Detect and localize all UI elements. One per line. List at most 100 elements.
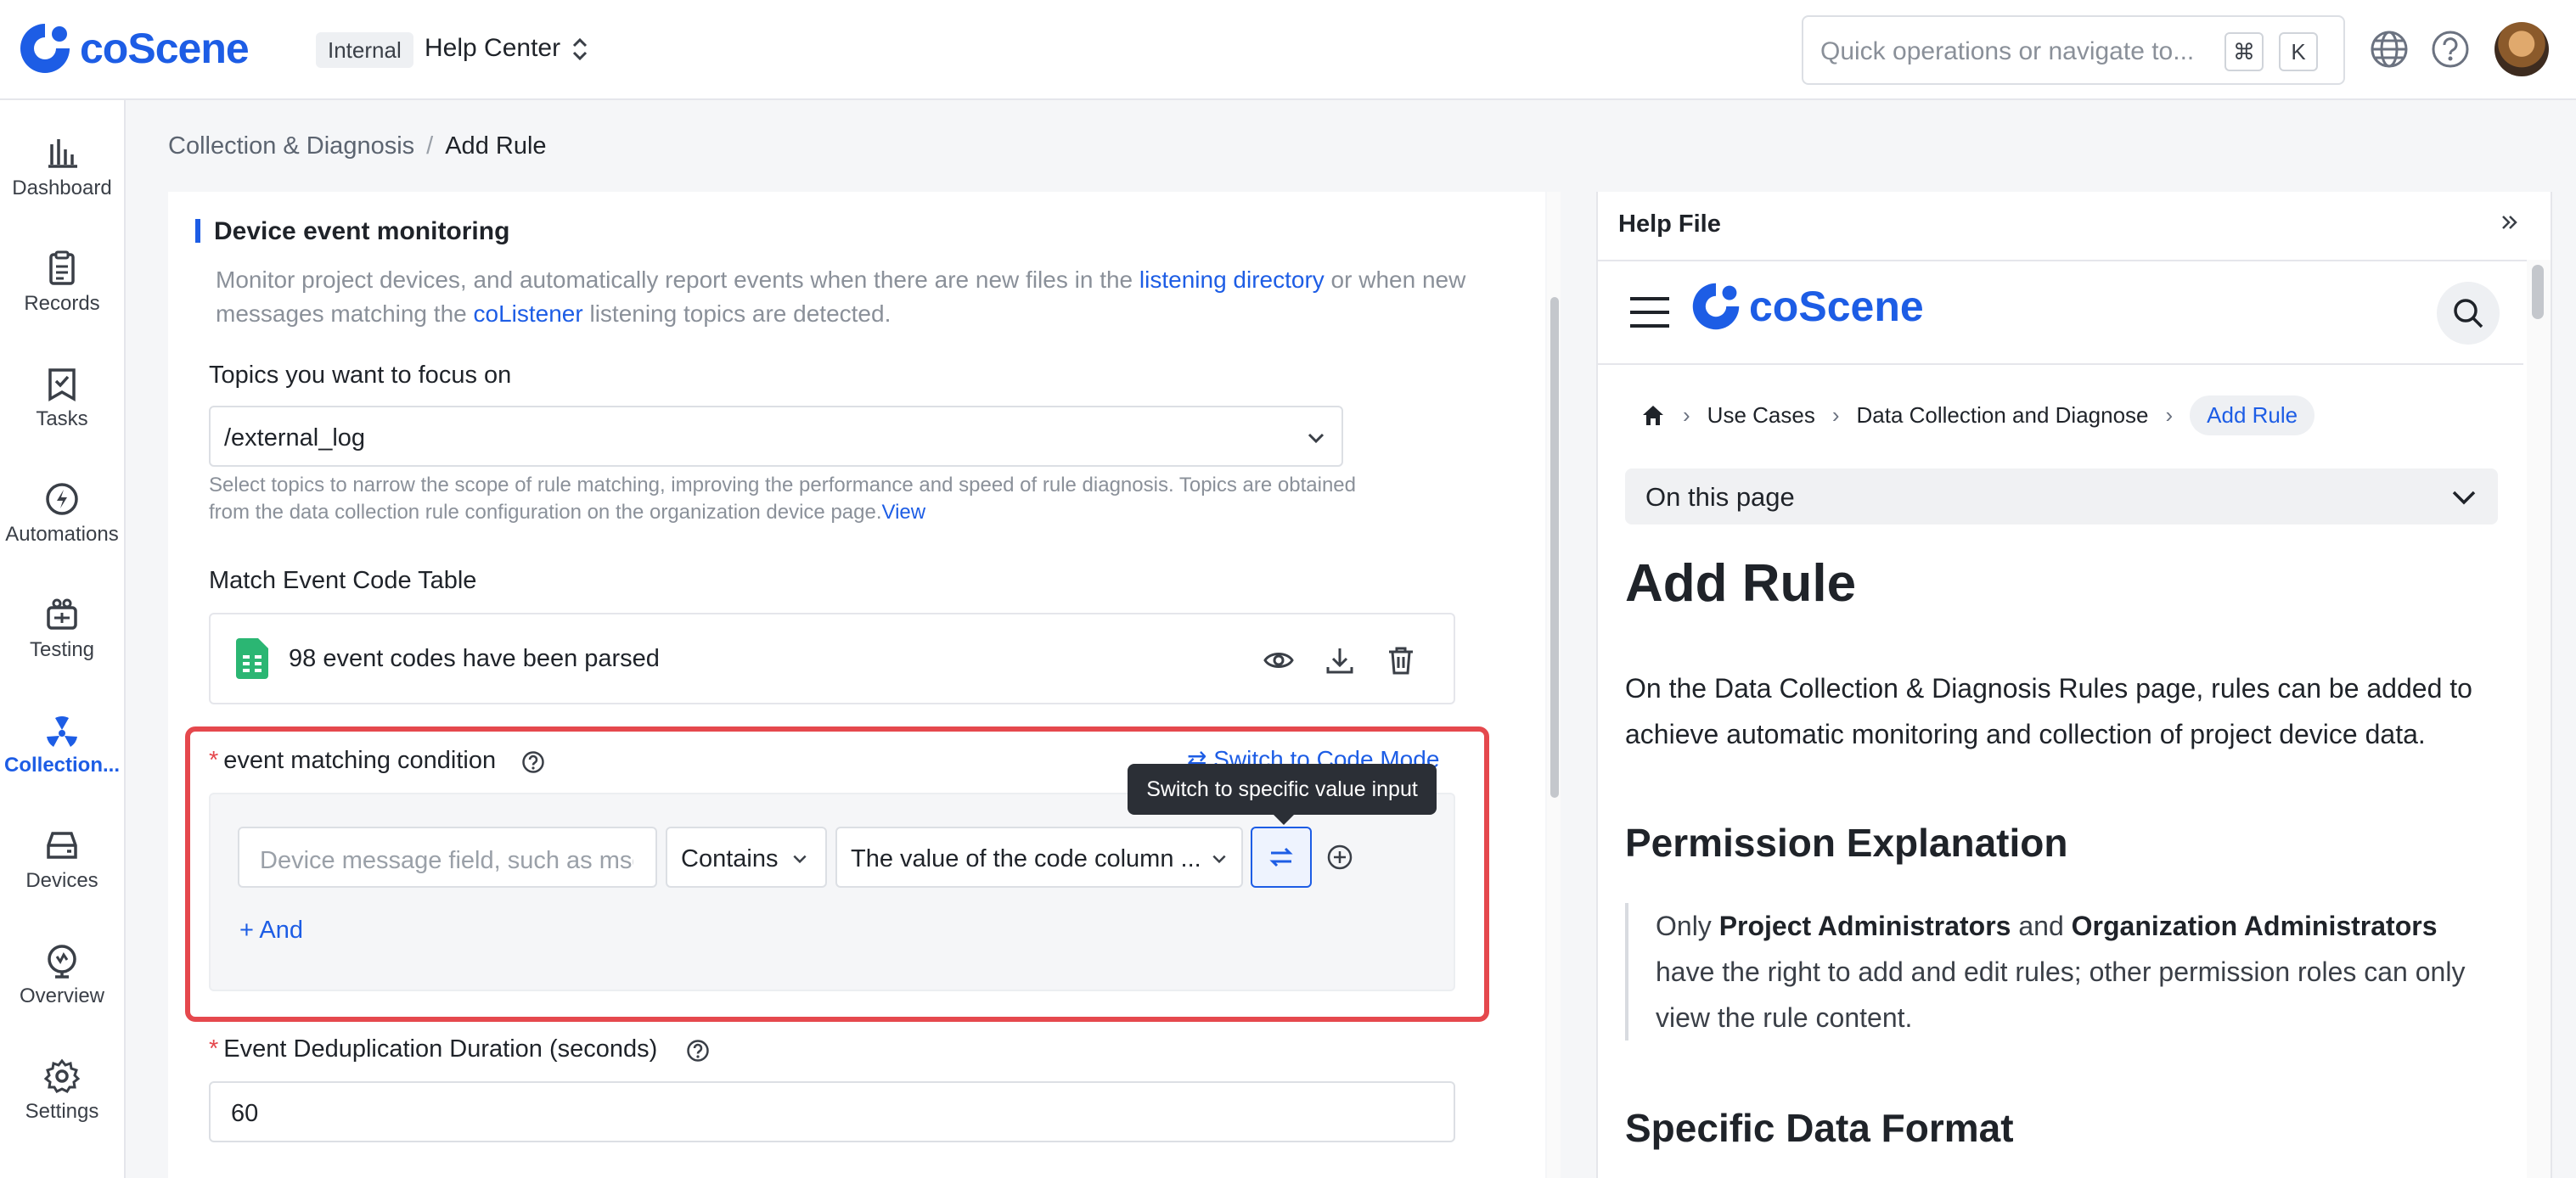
nav-records-label: Records <box>24 292 100 315</box>
chevron-down-icon <box>1308 433 1325 444</box>
nav-testing-label: Testing <box>29 638 95 661</box>
help-panel: Help File coScene › Use Cases › Data Col… <box>1596 192 2552 1178</box>
eye-icon[interactable] <box>1263 645 1294 676</box>
user-avatar[interactable] <box>2494 22 2549 76</box>
search-icon <box>2454 299 2483 328</box>
doc-intro: On the Data Collection & Diagnosis Rules… <box>1625 673 2472 749</box>
nav-automations[interactable]: Automations <box>0 480 124 547</box>
event-table-file-name: 98 event codes have been parsed <box>289 645 660 672</box>
doc-brand-logo[interactable]: coScene <box>1690 280 1924 333</box>
message-field-placeholder: Device message field, such as msg <box>260 847 633 874</box>
chevron-right-icon: › <box>2165 402 2174 428</box>
form-scrollbar-thumb[interactable] <box>1550 297 1559 798</box>
chevron-down-icon <box>793 855 807 864</box>
shortcut-k-key: K <box>2279 32 2318 71</box>
add-condition-icon[interactable] <box>1326 844 1353 871</box>
breadcrumb-current: Add Rule <box>445 132 547 160</box>
dedup-label: * Event Deduplication Duration (seconds) <box>209 1035 658 1063</box>
doc-heading-permission: Permission Explanation <box>1625 821 2068 865</box>
chevron-down-icon <box>1212 855 1226 864</box>
nav-dashboard[interactable]: Dashboard <box>0 134 124 200</box>
dedup-duration-input[interactable]: 60 <box>209 1081 1455 1142</box>
brand-name: coScene <box>80 25 250 72</box>
add-and-condition-button[interactable]: + And <box>239 917 303 945</box>
help-scrollbar[interactable] <box>2527 260 2551 1178</box>
coscene-logo-icon <box>1692 283 1740 330</box>
nav-overview[interactable]: Overview <box>0 942 124 1008</box>
nav-tasks[interactable]: Tasks <box>0 365 124 431</box>
nav-tasks-label: Tasks <box>36 407 88 430</box>
help-panel-header: Help File <box>1598 192 2551 261</box>
nav-records[interactable]: Records <box>0 250 124 316</box>
topics-label: Topics you want to focus on <box>209 362 512 389</box>
operator-value: Contains <box>681 845 779 872</box>
doc-crumb-current: Add Rule <box>2190 395 2315 435</box>
chevron-right-icon: › <box>1683 402 1690 428</box>
section-description: Monitor project devices, and automatical… <box>216 266 1466 327</box>
hamburger-menu-icon[interactable] <box>1628 295 1671 329</box>
nav-automations-label: Automations <box>5 523 119 546</box>
value-source-select[interactable]: The value of the code column ... <box>835 827 1243 888</box>
topics-select[interactable]: /external_log <box>209 406 1343 467</box>
top-header: coScene Internal Help Center Quick opera… <box>0 0 2576 100</box>
help-panel-title: Help File <box>1618 210 1721 238</box>
rule-form-panel: Device event monitoring Monitor project … <box>168 192 1545 1178</box>
quick-search-input[interactable]: Quick operations or navigate to... ⌘ K <box>1802 15 2345 85</box>
project-switch-icon[interactable] <box>569 34 591 69</box>
on-this-page-label: On this page <box>1645 482 1795 512</box>
section-title: Device event monitoring <box>214 217 510 245</box>
trash-icon[interactable] <box>1386 645 1416 676</box>
nav-settings-label: Settings <box>25 1100 99 1123</box>
project-type-badge: Internal <box>316 32 413 68</box>
dedup-duration-value: 60 <box>231 1100 259 1127</box>
tasks-icon <box>48 368 76 402</box>
colistener-link[interactable]: coListener <box>474 300 583 327</box>
dashboard-icon <box>48 139 77 168</box>
side-navigation: Dashboard Records Tasks Automations Test… <box>0 100 126 1178</box>
chevron-down-icon <box>2452 491 2476 505</box>
coscene-logo-icon <box>20 24 70 73</box>
value-input-tooltip: Switch to specific value input <box>1128 764 1437 815</box>
home-icon[interactable] <box>1640 403 1666 429</box>
chevron-right-icon: › <box>1831 402 1840 428</box>
globe-icon[interactable] <box>2369 29 2410 74</box>
switch-value-input-button[interactable] <box>1251 827 1312 888</box>
event-table-file-card: 98 event codes have been parsed <box>209 613 1455 704</box>
overview-icon <box>48 945 76 979</box>
nav-collection-label: Collection... <box>3 754 120 777</box>
nav-devices-label: Devices <box>25 869 98 892</box>
event-table-label: Match Event Code Table <box>209 567 477 594</box>
doc-search-button[interactable] <box>2437 282 2500 345</box>
collapse-panel-icon[interactable] <box>2498 210 2522 234</box>
doc-title: Add Rule <box>1625 554 1857 613</box>
nav-collection[interactable]: Collection... <box>0 711 124 777</box>
shortcut-cmd-key: ⌘ <box>2224 32 2264 71</box>
breadcrumb-parent[interactable]: Collection & Diagnosis <box>168 132 414 160</box>
nav-testing[interactable]: Testing <box>0 596 124 662</box>
nav-dashboard-label: Dashboard <box>12 177 112 199</box>
listening-directory-link[interactable]: listening directory <box>1139 266 1325 293</box>
condition-builder <box>209 793 1455 991</box>
topics-value: /external_log <box>224 424 366 452</box>
on-this-page-toggle[interactable]: On this page <box>1625 468 2498 524</box>
value-source-value: The value of the code column ... <box>851 845 1201 872</box>
question-circle-icon[interactable] <box>686 1039 710 1063</box>
doc-crumb-data-collection[interactable]: Data Collection and Diagnose <box>1857 402 2149 429</box>
nav-settings[interactable]: Settings <box>0 1057 124 1124</box>
operator-select[interactable]: Contains <box>666 827 827 888</box>
permission-note: Only Project Administrators and Organiza… <box>1625 903 2500 1041</box>
help-scrollbar-thumb[interactable] <box>2532 265 2544 319</box>
message-field-input[interactable]: Device message field, such as msg <box>238 827 657 888</box>
gear-icon <box>43 1058 81 1093</box>
project-name[interactable]: Help Center <box>425 34 560 63</box>
help-icon[interactable] <box>2430 29 2471 74</box>
nav-devices[interactable]: Devices <box>0 827 124 893</box>
brand-logo[interactable]: coScene <box>17 20 250 76</box>
question-circle-icon[interactable] <box>521 750 545 774</box>
download-icon[interactable] <box>1325 645 1355 676</box>
view-link[interactable]: View <box>882 501 926 524</box>
doc-crumb-use-cases[interactable]: Use Cases <box>1707 402 1815 429</box>
plus-icon: + <box>239 917 260 944</box>
doc-navbar: coScene <box>1598 260 2523 365</box>
tooltip-arrow <box>1274 815 1294 825</box>
